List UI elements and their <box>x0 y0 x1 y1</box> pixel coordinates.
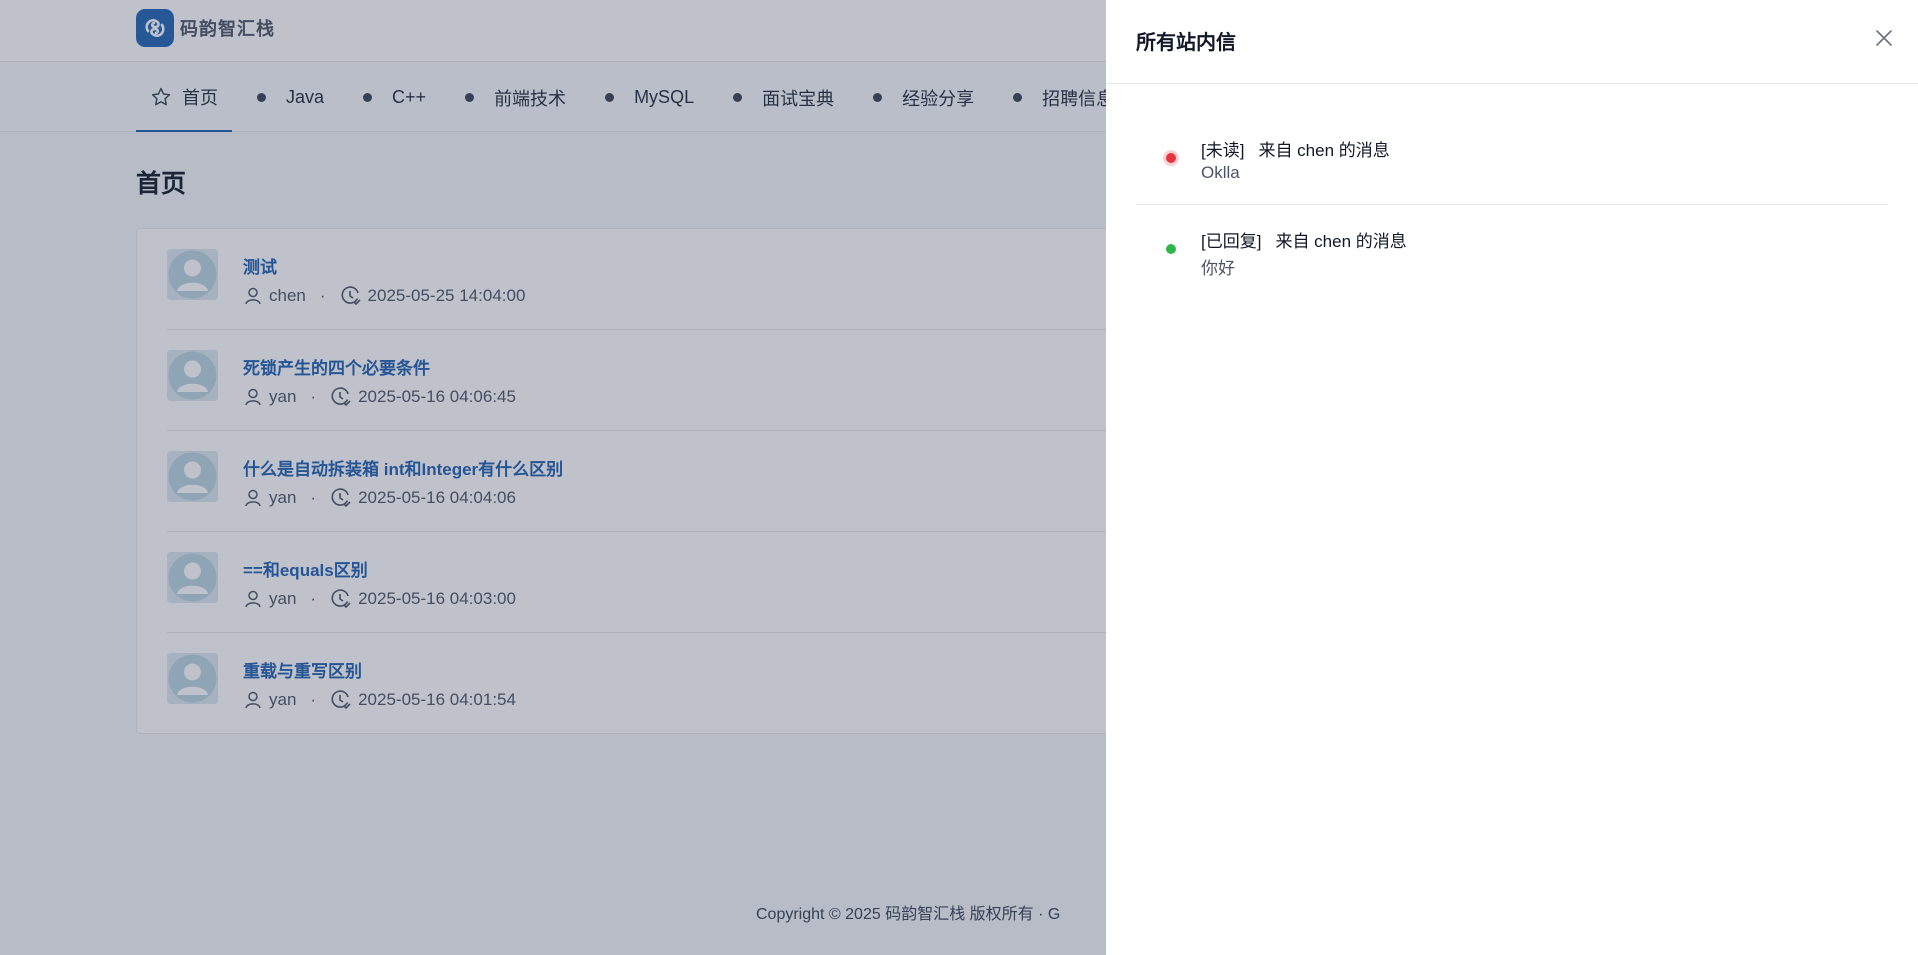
messages-drawer: 所有站内信 [未读] 来自 chen 的消息 Oklla [已回复] 来自 chen… <box>1106 0 1918 955</box>
message-item[interactable]: [已回复] 来自 chen 的消息 你好 <box>1136 205 1888 296</box>
message-header: [已回复] 来自 chen 的消息 <box>1201 227 1407 252</box>
message-item[interactable]: [未读] 来自 chen 的消息 Oklla <box>1136 114 1888 205</box>
drawer-header: 所有站内信 <box>1106 0 1918 84</box>
drawer-title: 所有站内信 <box>1136 32 1236 54</box>
message-from: 来自 chen 的消息 <box>1275 232 1407 251</box>
close-icon[interactable] <box>1872 26 1896 50</box>
unread-dot-icon <box>1166 153 1176 163</box>
message-from: 来自 chen 的消息 <box>1258 141 1390 160</box>
message-status: [已回复] <box>1201 232 1262 251</box>
message-content: Oklla <box>1201 163 1240 182</box>
message-status: [未读] <box>1201 141 1245 160</box>
replied-dot-icon <box>1166 244 1176 254</box>
message-header: [未读] 来自 chen 的消息 <box>1201 136 1390 161</box>
message-content: 你好 <box>1201 259 1235 278</box>
